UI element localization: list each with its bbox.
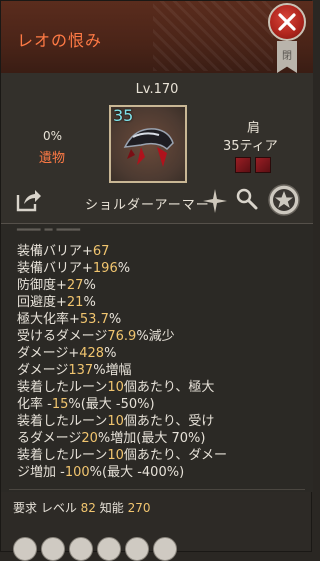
item-slot: 肩 [247, 121, 261, 136]
stat-value: 15 [51, 397, 69, 412]
stat-suffix: %減少 [136, 329, 175, 344]
divider [9, 489, 305, 490]
stat-value: 10 [107, 380, 124, 395]
stat-suffix: %増加(最大 70%) [97, 431, 206, 446]
stat-text: ダメージ+ [17, 346, 80, 361]
stat-line: 化率 -15%(最大 -50%) [17, 396, 227, 413]
stat-text: 極大化率+ [17, 312, 80, 327]
stat-value: 10 [107, 414, 124, 429]
stat-line: 装着したルーン10個あたり、ダメー [17, 447, 227, 464]
stat-suffix: % [104, 346, 117, 361]
stat-value: 196 [92, 261, 118, 276]
stat-suffix: %(最大 -50%) [68, 397, 155, 412]
stat-list: 装備バリア+67 装備バリア+196% 防御度+27% 回避度+21% 極大化率+53.… [17, 243, 227, 481]
stat-line: 装着したルーン10個あたり、極大 [17, 379, 227, 396]
class-icon [41, 537, 65, 561]
stat-text: るダメージ [17, 431, 82, 446]
stat-value: 27 [66, 278, 84, 293]
item-name: ショルダーアーマー [85, 198, 210, 213]
stat-text: 化率 - [17, 397, 52, 412]
header-pattern [153, 1, 273, 71]
magnify-icon[interactable] [235, 187, 259, 211]
stat-line: 装備バリア+196% [17, 260, 227, 277]
stat-value: 21 [66, 295, 84, 310]
item-title: レオの恨み [17, 31, 103, 50]
stat-suffix: % [83, 295, 96, 310]
req-int-label: 知能 [99, 501, 124, 515]
stat-value: 20 [81, 431, 98, 446]
close-button[interactable] [268, 3, 306, 41]
stat-value: 100 [64, 465, 90, 480]
stat-text: 受けるダメージ [17, 329, 108, 344]
stat-line: るダメージ20%増加(最大 70%) [17, 430, 227, 447]
stat-line: 回避度+21% [17, 294, 227, 311]
stat-text: 装着したルーン [17, 448, 108, 463]
relic-percent: 0% [43, 129, 63, 143]
stat-value: 76.9 [107, 329, 137, 344]
share-arrow-icon [16, 190, 41, 212]
relic-label: 遺物 [39, 151, 66, 166]
item-tooltip-panel: レオの恨み 閉 Lv.170 0% 遺物 35 肩 35ティア ショルダーアーマ… [0, 0, 313, 561]
stat-text: 回避度+ [17, 295, 67, 310]
faded-scroll-text: ━━━ ━ ━━━ [17, 223, 81, 238]
item-tier: 35ティア [223, 139, 278, 154]
stat-suffix: % [108, 312, 122, 327]
requirements: 要求 レベル 82 知能 270 [13, 499, 151, 516]
class-icon [13, 537, 37, 561]
stat-line: 防御度+27% [17, 277, 227, 294]
stat-text: ジ増加 - [17, 465, 65, 480]
stat-text: 装備バリア+ [17, 261, 93, 276]
stat-text: 装着したルーン [17, 380, 108, 395]
stat-suffix: 個あたり、受け [123, 414, 215, 429]
stat-line: ダメージ137%増幅 [17, 362, 227, 379]
stat-line: 装着したルーン10個あたり、受け [17, 413, 227, 430]
star-button[interactable] [267, 183, 301, 217]
item-level: Lv.170 [135, 82, 179, 97]
req-level-value: 82 [80, 501, 96, 515]
gem-slot-icon [235, 157, 251, 173]
share-icon[interactable] [15, 187, 43, 213]
stat-value: 137 [68, 363, 94, 378]
class-icon [153, 537, 177, 561]
stat-value: 53.7 [79, 312, 109, 327]
stat-suffix: %増幅 [93, 363, 132, 378]
req-level-label: 要求 レベル [13, 501, 77, 515]
bookmark-label: 閉 [282, 51, 292, 62]
class-icon [69, 537, 93, 561]
item-quantity: 35 [113, 106, 134, 125]
req-int-value: 270 [127, 501, 151, 515]
gem-slot-icon [255, 157, 271, 173]
stat-line: 装備バリア+67 [17, 243, 227, 260]
stat-line: ダメージ+428% [17, 345, 227, 362]
stat-suffix: 個あたり、ダメー [123, 448, 227, 463]
close-icon [278, 13, 296, 31]
sparkle-icon[interactable] [201, 187, 229, 215]
stat-line: 極大化率+53.7% [17, 311, 227, 328]
stat-line: ジ増加 -100%(最大 -400%) [17, 464, 227, 481]
stat-value: 67 [92, 244, 110, 259]
stat-text: 防御度+ [17, 278, 67, 293]
class-icon [125, 537, 149, 561]
stat-suffix: % [83, 278, 96, 293]
tooltip-header: レオの恨み [1, 1, 313, 74]
stat-value: 428 [79, 346, 105, 361]
class-icon [97, 537, 121, 561]
stat-value: 10 [107, 448, 124, 463]
stat-suffix: 個あたり、極大 [123, 380, 215, 395]
stat-text: ダメージ [17, 363, 69, 378]
stat-suffix: % [117, 261, 131, 276]
stat-suffix: %(最大 -400%) [89, 465, 185, 480]
stat-line: 受けるダメージ76.9%減少 [17, 328, 227, 345]
stat-text: 装備バリア+ [17, 244, 93, 259]
stat-text: 装着したルーン [17, 414, 108, 429]
star-icon [268, 184, 300, 216]
